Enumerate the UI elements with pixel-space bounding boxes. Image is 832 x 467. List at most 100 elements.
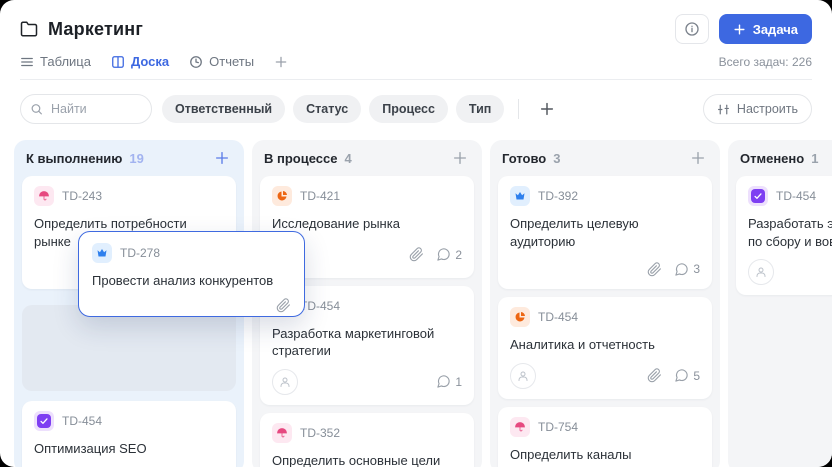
comment-icon: [436, 374, 451, 389]
comment-icon: [436, 247, 451, 262]
task-card[interactable]: TD-352 Определить основные цели 3: [260, 413, 474, 467]
comment-count: 5: [693, 369, 700, 383]
folder-icon: [20, 20, 38, 38]
kanban-app: Маркетинг Задача: [0, 0, 832, 467]
column-count: 19: [129, 151, 212, 166]
column-title: К выполнению: [26, 151, 122, 166]
info-icon: [684, 21, 700, 37]
filter-chip-process[interactable]: Процесс: [369, 95, 448, 123]
task-card[interactable]: TD-454 Разработать эф по сбору и вовл: [736, 176, 832, 295]
crown-icon: [510, 186, 530, 206]
tab-board-label: Доска: [131, 54, 169, 69]
task-title: Аналитика и отчетность: [510, 336, 700, 354]
assignee-avatar-placeholder[interactable]: [272, 369, 298, 395]
attachment-icon: [276, 298, 291, 313]
task-title: Исследование рынка: [272, 215, 462, 233]
search-box: [20, 94, 152, 124]
task-id: TD-454: [776, 189, 816, 203]
comment-icon: [674, 368, 689, 383]
column-count: 1: [811, 151, 832, 166]
attachment-icon: [409, 247, 424, 262]
comments-indicator: 1: [436, 374, 462, 389]
info-button[interactable]: [675, 14, 709, 44]
task-card[interactable]: TD-392 Определить целевую аудиторию 3: [498, 176, 712, 289]
task-card[interactable]: TD-754 Определить каналы продвижения 2: [498, 407, 712, 467]
board-icon: [111, 55, 125, 69]
column-add-card-button[interactable]: [450, 148, 470, 168]
configure-button[interactable]: Настроить: [703, 94, 812, 124]
task-card[interactable]: TD-454 Аналитика и отчетность 5: [498, 297, 712, 399]
task-title: Определить целевую аудиторию: [510, 215, 700, 250]
assignee-avatar-placeholder[interactable]: [748, 259, 774, 285]
task-id: TD-421: [300, 189, 340, 203]
comment-count: 2: [455, 248, 462, 262]
divider: [518, 99, 519, 119]
tab-table-label: Таблица: [40, 54, 91, 69]
column-add-card-button[interactable]: [212, 148, 232, 168]
comments-indicator: 2: [436, 247, 462, 262]
crown-icon: [92, 243, 112, 263]
plus-icon: [733, 23, 746, 36]
task-id: TD-278: [120, 246, 160, 260]
add-tab-button[interactable]: [274, 55, 288, 69]
task-id: TD-392: [538, 189, 578, 203]
filter-chip-assignee[interactable]: Ответственный: [162, 95, 285, 123]
total-tasks-label: Всего задач: 226: [719, 55, 812, 69]
assignee-avatar-placeholder[interactable]: [510, 363, 536, 389]
column-count: 3: [553, 151, 688, 166]
task-title: Определить основные цели: [272, 452, 462, 467]
task-id: TD-754: [538, 420, 578, 434]
comment-count: 1: [455, 375, 462, 389]
umbrella-icon: [34, 186, 54, 206]
column-add-card-button[interactable]: [688, 148, 708, 168]
attachment-icon: [647, 368, 662, 383]
clock-icon: [189, 55, 203, 69]
filter-bar: Ответственный Статус Процесс Тип Настрои…: [0, 80, 832, 136]
header: Маркетинг Задача: [0, 0, 832, 80]
plus-icon: [539, 101, 555, 117]
filter-chip-status[interactable]: Статус: [293, 95, 361, 123]
umbrella-icon: [272, 423, 292, 443]
column-cancelled: Отменено 1 TD-454 Разработать эф по сбор…: [728, 140, 832, 467]
drop-placeholder: [22, 305, 236, 391]
task-id: TD-454: [538, 310, 578, 324]
column-done: Готово 3 TD-392 Определить целевую аудит…: [490, 140, 720, 467]
umbrella-icon: [510, 417, 530, 437]
task-id: TD-352: [300, 426, 340, 440]
task-title: Разработать эф по сбору и вовл: [748, 215, 832, 250]
column-title: Отменено: [740, 151, 804, 166]
task-card[interactable]: TD-454 Оптимизация SEO: [22, 401, 236, 467]
add-task-button[interactable]: Задача: [719, 14, 812, 44]
pie-chart-icon: [272, 186, 292, 206]
task-title: Разработка маркетинговой стратегии: [272, 325, 462, 360]
dragged-task-card[interactable]: TD-278 Провести анализ конкурентов: [78, 231, 305, 317]
comment-count: 3: [693, 262, 700, 276]
sliders-icon: [717, 103, 730, 116]
check-icon: [748, 186, 768, 206]
column-count: 4: [344, 151, 450, 166]
comment-icon: [674, 262, 689, 277]
pie-chart-icon: [510, 307, 530, 327]
table-icon: [20, 55, 34, 69]
page-title: Маркетинг: [48, 19, 143, 40]
task-title: Оптимизация SEO: [34, 440, 224, 458]
task-id: TD-243: [62, 189, 102, 203]
filter-chip-type[interactable]: Тип: [456, 95, 504, 123]
task-title: Провести анализ конкурентов: [92, 272, 291, 290]
task-id: TD-454: [62, 414, 102, 428]
task-id: TD-454: [300, 299, 340, 313]
tab-reports[interactable]: Отчеты: [189, 54, 254, 69]
column-title: В процессе: [264, 151, 337, 166]
view-tabs: Таблица Доска Отчеты: [20, 54, 288, 69]
task-title: Определить каналы продвижения: [510, 446, 700, 467]
attachment-icon: [647, 262, 662, 277]
tab-board[interactable]: Доска: [111, 54, 169, 69]
add-task-label: Задача: [753, 22, 798, 37]
add-filter-button[interactable]: [533, 95, 561, 123]
comments-indicator: 5: [674, 368, 700, 383]
check-icon: [34, 411, 54, 431]
filter-chips: Ответственный Статус Процесс Тип: [162, 95, 504, 123]
tab-reports-label: Отчеты: [209, 54, 254, 69]
search-icon: [30, 103, 43, 116]
tab-table[interactable]: Таблица: [20, 54, 91, 69]
